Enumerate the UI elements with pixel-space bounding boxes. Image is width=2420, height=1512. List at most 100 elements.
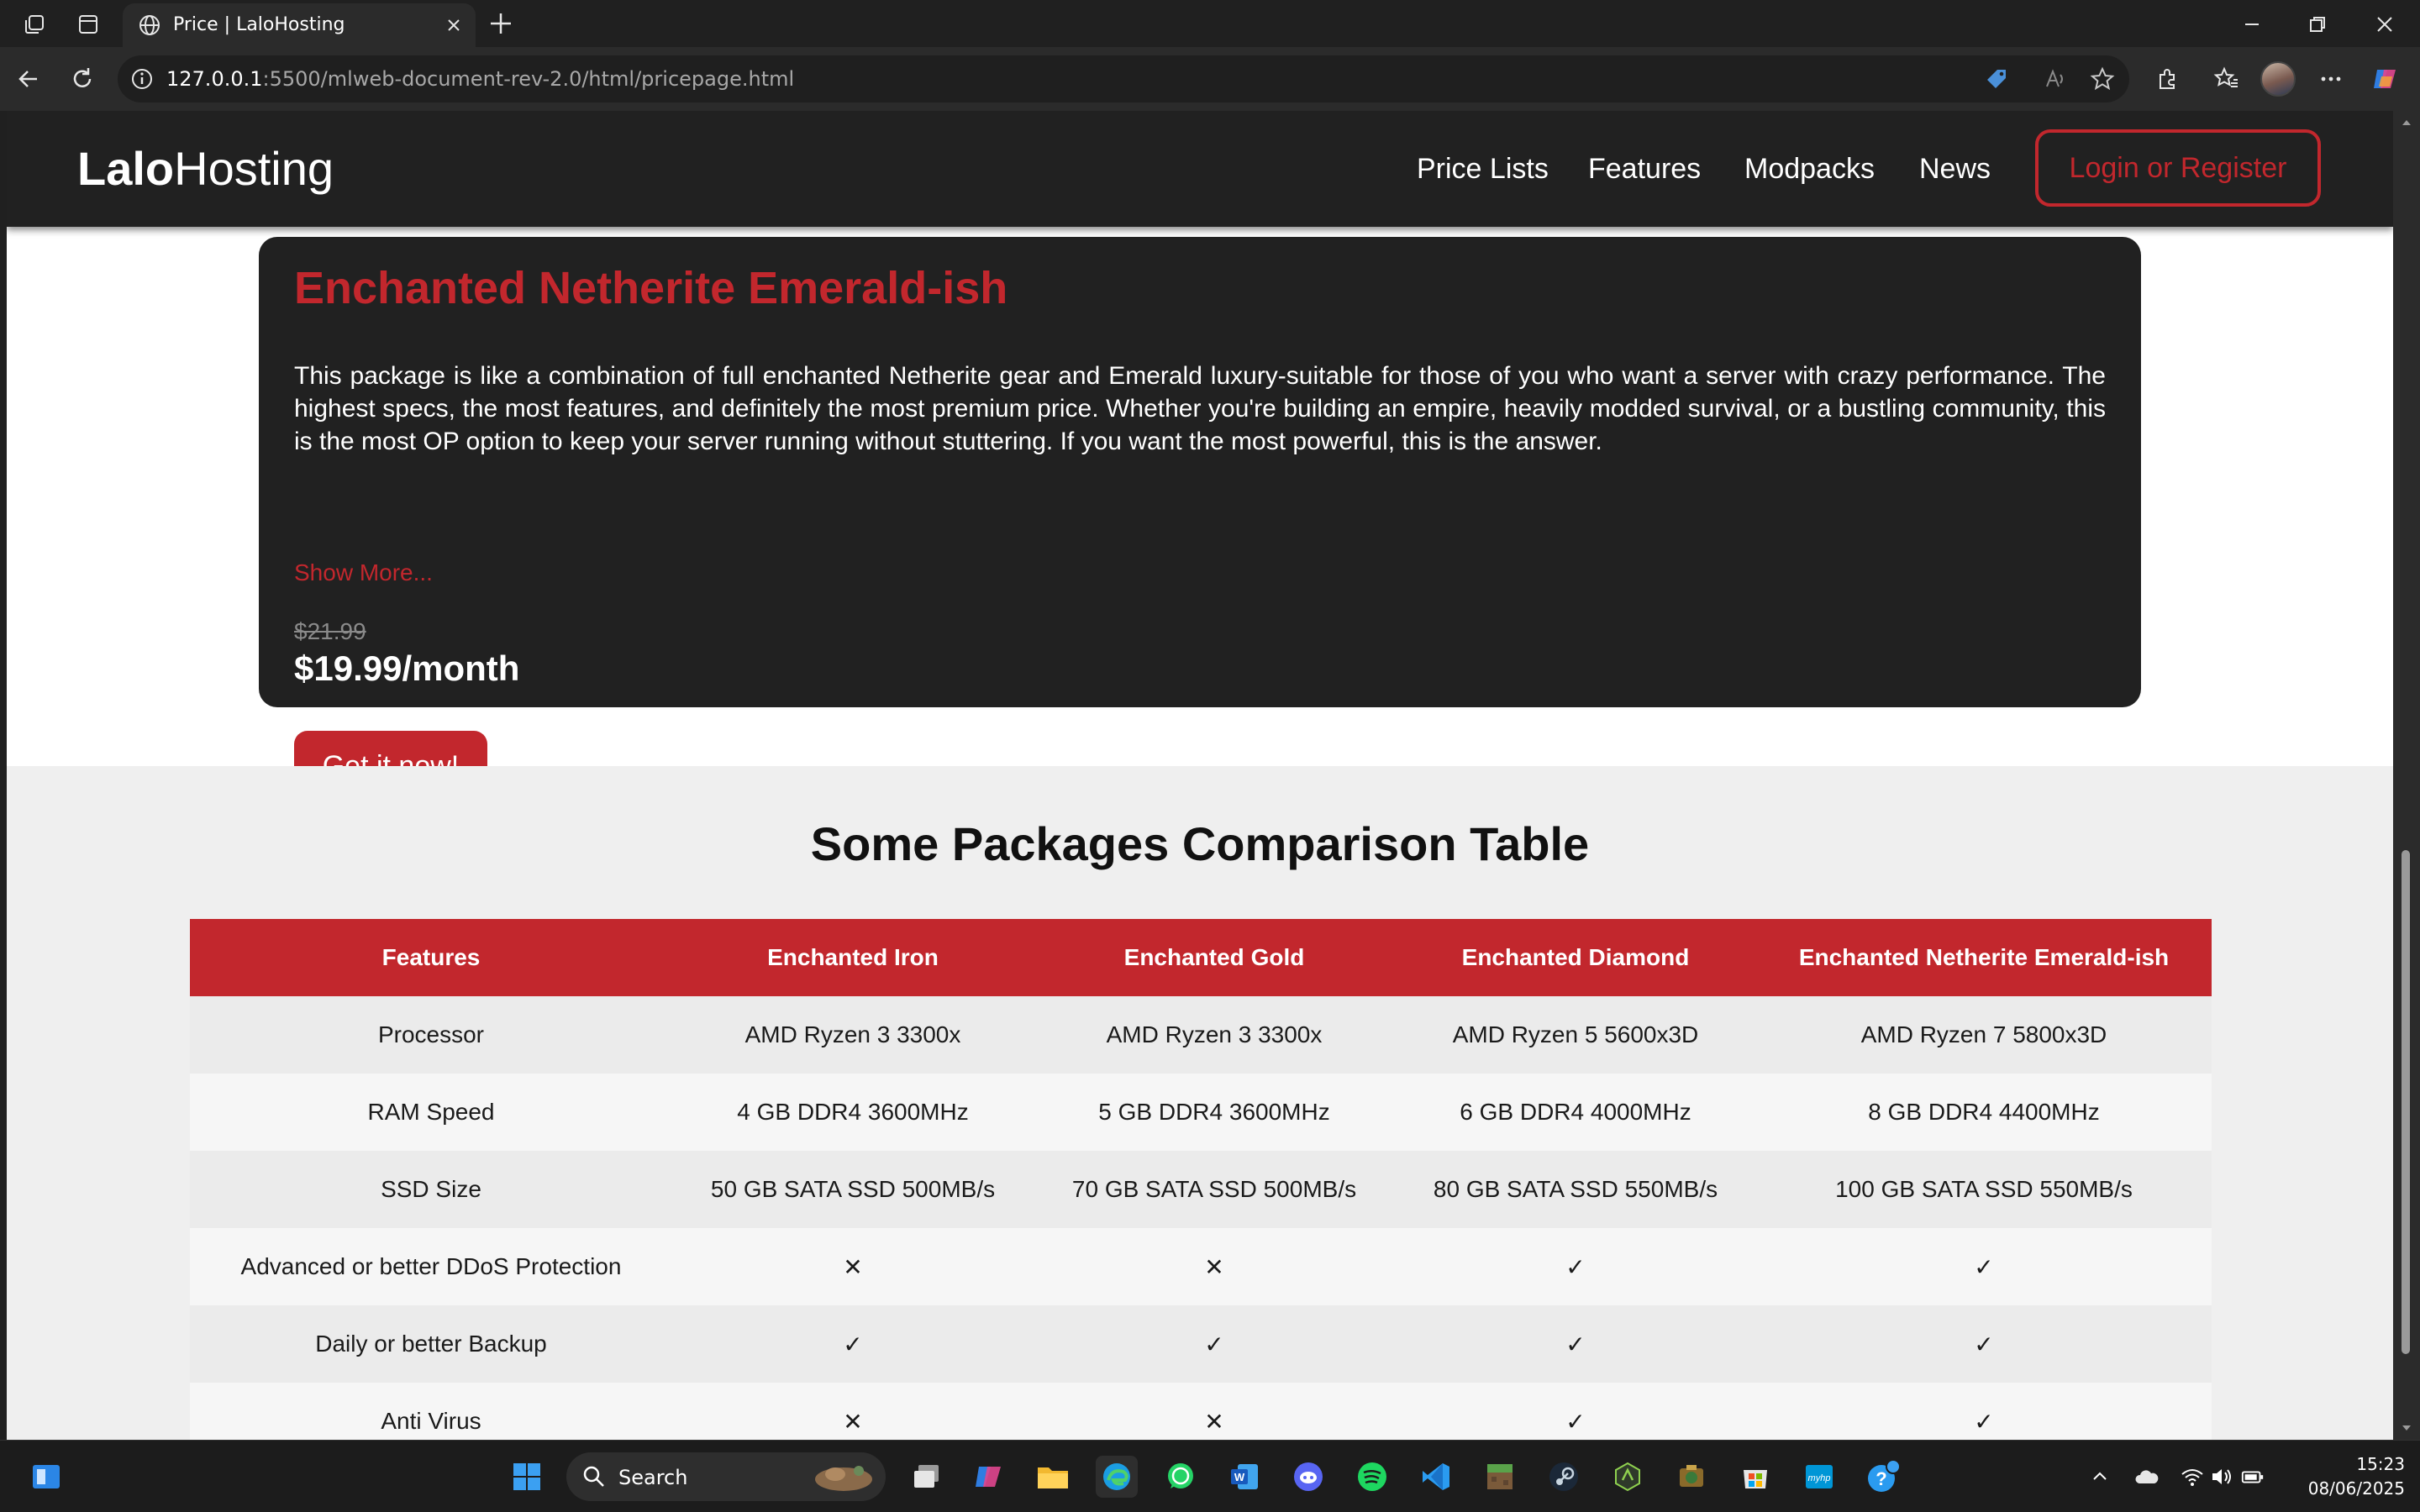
cross-icon: ✕ (1034, 1228, 1395, 1305)
favorites-icon[interactable] (2210, 62, 2244, 96)
site-info-icon[interactable] (129, 66, 155, 95)
comparison-title: Some Packages Comparison Table (810, 817, 1590, 870)
cross-icon: ✕ (672, 1228, 1034, 1305)
onedrive-icon[interactable] (2134, 1464, 2160, 1489)
page-viewport: LaloHosting Price Lists Features Modpack… (7, 111, 2393, 1440)
extensions-icon[interactable] (2151, 62, 2185, 96)
check-icon: ✓ (1034, 1305, 1395, 1383)
edge-icon[interactable] (1096, 1456, 1138, 1498)
tab-title: Price | LaloHosting (173, 14, 345, 35)
wifi-icon[interactable] (2180, 1464, 2205, 1489)
search-highlight-icon (810, 1457, 877, 1499)
cross-icon: ✕ (1034, 1383, 1395, 1440)
workspaces-icon[interactable] (20, 10, 49, 39)
page-scrollbar[interactable] (2393, 111, 2420, 1440)
table-cell: 100 GB SATA SSD 550MB/s (1756, 1151, 2212, 1228)
microsoft-store-icon[interactable] (1734, 1456, 1776, 1498)
table-row: Daily or better Backup ✓ ✓ ✓ ✓ (190, 1305, 2212, 1383)
table-cell: Anti Virus (190, 1383, 672, 1440)
battery-icon[interactable] (2240, 1464, 2265, 1489)
refresh-icon[interactable] (66, 62, 99, 96)
show-more-link[interactable]: Show More... (294, 559, 433, 586)
comparison-section: Some Packages Comparison Table Features … (7, 766, 2393, 1440)
table-cell: 8 GB DDR4 4400MHz (1756, 1074, 2212, 1151)
coupon-tag-icon[interactable] (1983, 66, 2010, 92)
table-row: SSD Size 50 GB SATA SSD 500MB/s 70 GB SA… (190, 1151, 2212, 1228)
tray-expand-icon[interactable] (2087, 1464, 2112, 1489)
table-cell: SSD Size (190, 1151, 672, 1228)
minimize-icon[interactable] (2235, 10, 2269, 39)
read-aloud-icon[interactable] (2042, 66, 2069, 92)
minecraft-icon[interactable] (1479, 1456, 1521, 1498)
scroll-thumb[interactable] (2402, 850, 2410, 1354)
clock-time: 15:23 (2356, 1454, 2405, 1474)
table-cell: AMD Ryzen 7 5800x3D (1756, 996, 2212, 1074)
copilot-icon[interactable] (2368, 62, 2402, 96)
table-cell: Processor (190, 996, 672, 1074)
file-explorer-icon[interactable] (1032, 1456, 1074, 1498)
browser-tab-bar: Price | LaloHosting (0, 0, 2420, 47)
copilot-app-icon[interactable] (968, 1456, 1010, 1498)
table-header-cell: Features (190, 919, 672, 996)
table-row: Processor AMD Ryzen 3 3300x AMD Ryzen 3 … (190, 996, 2212, 1074)
svg-text:myhp: myhp (1808, 1473, 1831, 1483)
volume-icon[interactable] (2210, 1464, 2235, 1489)
favorite-star-icon[interactable] (2089, 66, 2116, 92)
table-cell: AMD Ryzen 3 3300x (1034, 996, 1395, 1074)
start-menu-icon[interactable] (506, 1456, 548, 1498)
table-cell: 6 GB DDR4 4000MHz (1395, 1074, 1756, 1151)
nav-price-lists[interactable]: Price Lists (1417, 153, 1549, 186)
close-window-icon[interactable] (2368, 10, 2402, 39)
login-register-button[interactable]: Login or Register (2035, 129, 2321, 207)
check-icon: ✓ (1395, 1228, 1756, 1305)
globe-icon (138, 13, 161, 40)
table-cell: 70 GB SATA SSD 500MB/s (1034, 1151, 1395, 1228)
scroll-down-arrow-icon[interactable] (2400, 1421, 2413, 1438)
check-icon: ✓ (1395, 1305, 1756, 1383)
table-cell: AMD Ryzen 5 5600x3D (1395, 996, 1756, 1074)
table-cell: AMD Ryzen 3 3300x (672, 996, 1034, 1074)
tab-actions-icon[interactable] (74, 10, 103, 39)
nav-news[interactable]: News (1919, 153, 1991, 186)
task-view-icon[interactable] (906, 1456, 948, 1498)
table-header-cell: Enchanted Netherite Emerald-ish (1756, 919, 2212, 996)
nav-features[interactable]: Features (1588, 153, 1701, 186)
game-launcher-icon[interactable] (1607, 1456, 1649, 1498)
logo-light-text: Hosting (174, 142, 334, 195)
vscode-icon[interactable] (1415, 1456, 1457, 1498)
word-icon[interactable]: W (1223, 1456, 1265, 1498)
get-help-icon[interactable]: ? (1862, 1456, 1904, 1498)
whatsapp-icon[interactable] (1160, 1456, 1202, 1498)
cross-icon: ✕ (672, 1383, 1034, 1440)
close-tab-icon[interactable] (444, 15, 464, 39)
site-logo[interactable]: LaloHosting (77, 141, 334, 196)
myhp-icon[interactable]: myhp (1798, 1456, 1840, 1498)
spotify-icon[interactable] (1351, 1456, 1393, 1498)
url-host: 127.0.0.1 (166, 67, 263, 91)
url-path: :5500/mlweb-document-rev-2.0/html/pricep… (262, 67, 795, 91)
check-icon: ✓ (1756, 1228, 2212, 1305)
discord-icon[interactable] (1287, 1456, 1329, 1498)
address-bar[interactable]: 127.0.0.1:5500/mlweb-document-rev-2.0/ht… (118, 55, 2129, 102)
steam-icon[interactable] (1543, 1456, 1585, 1498)
table-header-cell: Enchanted Iron (672, 919, 1034, 996)
check-icon: ✓ (672, 1305, 1034, 1383)
widgets-icon[interactable] (25, 1456, 67, 1498)
scroll-up-arrow-icon[interactable] (2400, 116, 2413, 133)
new-tab-icon[interactable] (486, 8, 516, 42)
profile-avatar[interactable] (2260, 61, 2296, 97)
table-row: RAM Speed 4 GB DDR4 3600MHz 5 GB DDR4 36… (190, 1074, 2212, 1151)
system-clock[interactable]: 15:23 08/06/2025 (2308, 1452, 2405, 1501)
logo-bold-text: Lalo (77, 142, 175, 195)
active-tab[interactable]: Price | LaloHosting (123, 3, 476, 47)
search-label: Search (618, 1466, 688, 1489)
nav-modpacks[interactable]: Modpacks (1744, 153, 1875, 186)
back-icon[interactable] (12, 62, 45, 96)
restore-icon[interactable] (2301, 10, 2334, 39)
mod-manager-icon[interactable] (1670, 1456, 1712, 1498)
taskbar-search[interactable]: Search (566, 1452, 886, 1501)
table-header-row: Features Enchanted Iron Enchanted Gold E… (190, 919, 2212, 996)
package-description: This package is like a combination of fu… (294, 362, 2106, 455)
more-options-icon[interactable] (2314, 62, 2348, 96)
svg-text:?: ? (1876, 1468, 1886, 1489)
